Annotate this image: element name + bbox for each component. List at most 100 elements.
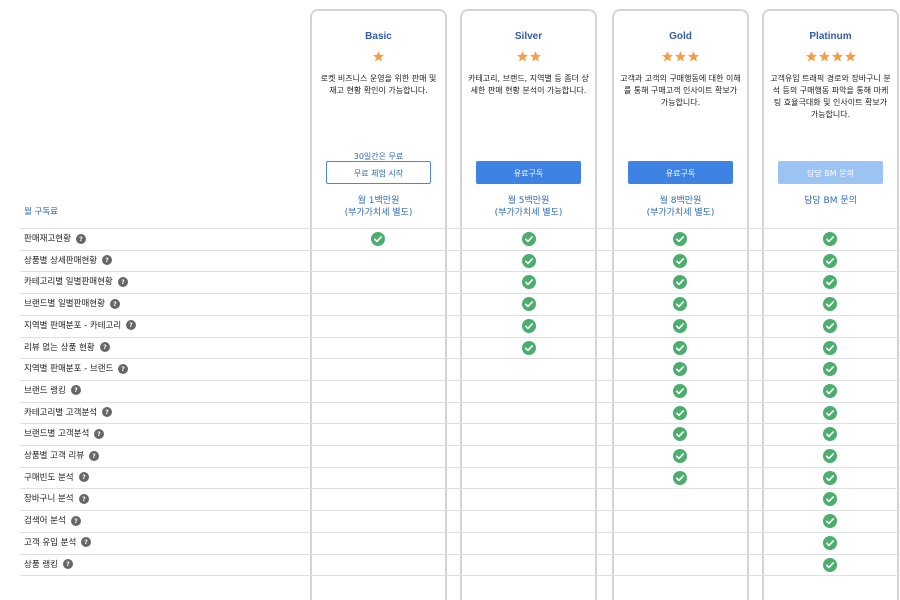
subscribe-button[interactable]: 유료구독	[628, 161, 733, 184]
check-circle-icon	[823, 297, 837, 312]
feature-label-text: 리뷰 없는 상품 현황	[24, 342, 95, 353]
row-divider	[20, 510, 900, 512]
star-icon	[687, 50, 700, 63]
help-icon[interactable]: ?	[81, 537, 92, 548]
svg-text:?: ?	[105, 257, 109, 264]
star-icon	[674, 50, 687, 63]
check-circle-icon	[823, 318, 837, 333]
feature-label-text: 검색어 분석	[24, 516, 66, 527]
help-icon[interactable]: ?	[117, 276, 128, 287]
help-icon[interactable]: ?	[99, 342, 110, 352]
row-divider	[20, 336, 900, 338]
help-icon[interactable]: ?	[62, 559, 73, 569]
svg-text:?: ?	[66, 561, 70, 568]
price-vat-note: (부가가치세 별도)	[494, 208, 563, 218]
feature-row-label: 카테고리별 고객분석?	[24, 403, 113, 424]
svg-text:?: ?	[79, 236, 83, 243]
check-circle-icon	[823, 383, 837, 398]
check-circle-icon	[673, 275, 687, 290]
check-circle-icon	[823, 514, 837, 529]
row-divider	[20, 445, 900, 446]
svg-text:?: ?	[92, 453, 96, 460]
feature-label-text: 지역별 판매분포 - 카테고리	[24, 320, 122, 331]
help-icon[interactable]: ?	[126, 320, 137, 331]
row-divider	[20, 379, 900, 381]
check-circle-icon	[673, 318, 687, 333]
svg-text:?: ?	[129, 322, 133, 329]
price-amount: 월 1백만원	[357, 196, 400, 206]
help-icon[interactable]: ?	[94, 428, 105, 439]
feature-label-text: 판매재고현황	[24, 234, 71, 244]
plan-name: Gold	[669, 31, 692, 42]
row-divider	[20, 531, 900, 533]
row-divider	[20, 466, 900, 468]
feature-row-label: 고객 유입 분석?	[24, 533, 92, 554]
row-divider	[20, 271, 900, 273]
check-circle-icon	[823, 340, 837, 355]
svg-text:?: ?	[122, 366, 126, 373]
check-circle-icon	[823, 557, 837, 572]
feature-label-text: 장바구니 분석	[24, 494, 74, 505]
star-icon	[831, 50, 844, 63]
help-icon[interactable]: ?	[102, 255, 113, 266]
row-divider	[20, 488, 900, 490]
help-icon[interactable]: ?	[70, 385, 81, 396]
check-circle-icon	[823, 449, 837, 463]
help-icon[interactable]: ?	[109, 298, 120, 309]
feature-row-label: 브랜드 랭킹?	[24, 381, 81, 402]
subscribe-button[interactable]: 유료구독	[476, 161, 581, 184]
check-circle-icon	[823, 362, 837, 377]
check-circle-icon	[673, 297, 687, 312]
row-divider	[20, 423, 900, 425]
plan-stars	[764, 48, 897, 67]
plan-name: Basic	[365, 31, 392, 42]
help-icon[interactable]: ?	[118, 363, 129, 374]
feature-label-text: 브랜드별 일별판매현황	[24, 299, 105, 310]
contact-bm-button[interactable]: 담당 BM 문의	[778, 161, 883, 184]
plan-price: 담당 BM 문의	[764, 195, 897, 207]
check-circle-icon	[823, 275, 837, 290]
svg-text:?: ?	[105, 409, 109, 416]
check-circle-icon	[673, 253, 687, 268]
help-icon[interactable]: ?	[102, 407, 113, 418]
help-icon[interactable]: ?	[78, 472, 89, 483]
svg-text:?: ?	[97, 431, 101, 438]
svg-text:?: ?	[85, 539, 89, 546]
check-circle-icon	[673, 362, 687, 377]
svg-text:?: ?	[103, 344, 107, 351]
plan-stars	[312, 48, 445, 67]
feature-row-label: 브랜드별 일별판매현황?	[24, 294, 120, 315]
row-divider	[20, 575, 900, 577]
feature-label-text: 상품 랭킹	[24, 559, 58, 570]
feature-row-label: 상품별 고객 리뷰?	[24, 446, 100, 467]
feature-label-text: 카테고리별 고객분석	[24, 407, 98, 418]
plan-name: Platinum	[809, 31, 852, 42]
help-icon[interactable]: ?	[78, 493, 89, 504]
check-circle-icon	[673, 340, 687, 355]
svg-text:?: ?	[74, 518, 78, 525]
check-circle-icon	[823, 535, 837, 550]
check-circle-icon	[522, 318, 536, 333]
check-circle-icon	[823, 405, 837, 420]
help-icon[interactable]: ?	[75, 233, 86, 244]
feature-row-label: 리뷰 없는 상품 현황?	[24, 338, 110, 359]
star-icon	[805, 50, 818, 63]
price-amount: 월 5백만원	[507, 196, 550, 206]
start-free-trial-button[interactable]: 무료 체험 시작	[326, 161, 431, 184]
plan-description: 고객과 고객의 구매행동에 대한 이해를 통해 구매고객 인사이트 확보가 가능…	[620, 74, 741, 107]
svg-text:?: ?	[82, 496, 86, 503]
feature-row-label: 브랜드별 고객분석?	[24, 424, 105, 445]
check-circle-icon	[823, 492, 837, 507]
check-circle-icon	[522, 297, 536, 312]
feature-row-label: 지역별 판매분포 - 브랜드?	[24, 359, 129, 380]
feature-label-text: 카테고리별 일별판매현황	[24, 277, 113, 288]
feature-row-label: 상품 랭킹?	[24, 555, 73, 576]
row-divider	[20, 553, 900, 555]
plan-stars	[462, 48, 595, 67]
svg-text:?: ?	[113, 301, 117, 308]
help-icon[interactable]: ?	[89, 450, 100, 461]
svg-text:?: ?	[121, 279, 125, 286]
feature-row-label: 카테고리별 일별판매현황?	[24, 272, 128, 293]
star-icon	[372, 50, 385, 63]
help-icon[interactable]: ?	[70, 515, 81, 526]
